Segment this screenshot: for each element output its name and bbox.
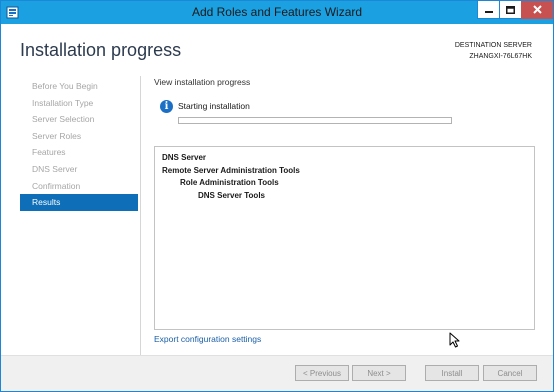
sidebar-item-server-roles[interactable]: Server Roles	[20, 128, 138, 145]
close-icon	[533, 5, 542, 14]
sidebar-item-results[interactable]: Results	[20, 194, 138, 211]
minimize-button[interactable]	[477, 1, 499, 19]
destination-server-info: DESTINATION SERVER ZHANGXI-76L67HK	[455, 40, 532, 62]
view-progress-label: View installation progress	[154, 77, 251, 87]
cancel-button[interactable]: Cancel	[483, 365, 537, 381]
previous-button[interactable]: < Previous	[295, 365, 349, 381]
sidebar-item-server-selection[interactable]: Server Selection	[20, 111, 138, 128]
result-item-dns-server: DNS Server	[162, 153, 207, 162]
result-item-dns-server-tools: DNS Server Tools	[198, 191, 265, 200]
installation-progress-bar	[178, 117, 452, 124]
installation-status-text: Starting installation	[178, 101, 250, 111]
maximize-button[interactable]	[499, 1, 521, 19]
sidebar-item-confirmation[interactable]: Confirmation	[20, 178, 138, 195]
sidebar-divider	[140, 76, 141, 356]
window-title: Add Roles and Features Wizard	[191, 5, 363, 19]
installation-results-list[interactable]: DNS Server Remote Server Administration …	[154, 146, 535, 330]
export-configuration-link[interactable]: Export configuration settings	[154, 334, 261, 344]
sidebar-item-features[interactable]: Features	[20, 144, 138, 161]
next-button[interactable]: Next >	[352, 365, 406, 381]
result-item-rsat: Remote Server Administration Tools	[162, 166, 300, 175]
result-item-role-admin-tools: Role Administration Tools	[180, 178, 279, 187]
view-progress-label-container: View installation progress	[154, 77, 250, 87]
wizard-window: Add Roles and Features Wizard Installati…	[0, 0, 554, 392]
close-button[interactable]	[521, 1, 553, 19]
maximize-icon	[506, 5, 515, 14]
sidebar-item-before-you-begin[interactable]: Before You Begin	[20, 78, 138, 95]
info-icon: i	[160, 100, 173, 113]
minimize-icon	[484, 10, 493, 13]
page-title: Installation progress	[20, 40, 182, 60]
destination-server-name: ZHANGXI-76L67HK	[469, 53, 532, 60]
title-bar[interactable]: Add Roles and Features Wizard	[1, 1, 553, 24]
destination-label: DESTINATION SERVER	[454, 42, 532, 49]
sidebar-item-installation-type[interactable]: Installation Type	[20, 95, 138, 112]
mouse-cursor-icon	[449, 332, 460, 348]
install-button[interactable]: Install	[425, 365, 479, 381]
sidebar-item-dns-server[interactable]: DNS Server	[20, 161, 138, 178]
wizard-steps-sidebar: Before You Begin Installation Type Serve…	[20, 78, 138, 211]
